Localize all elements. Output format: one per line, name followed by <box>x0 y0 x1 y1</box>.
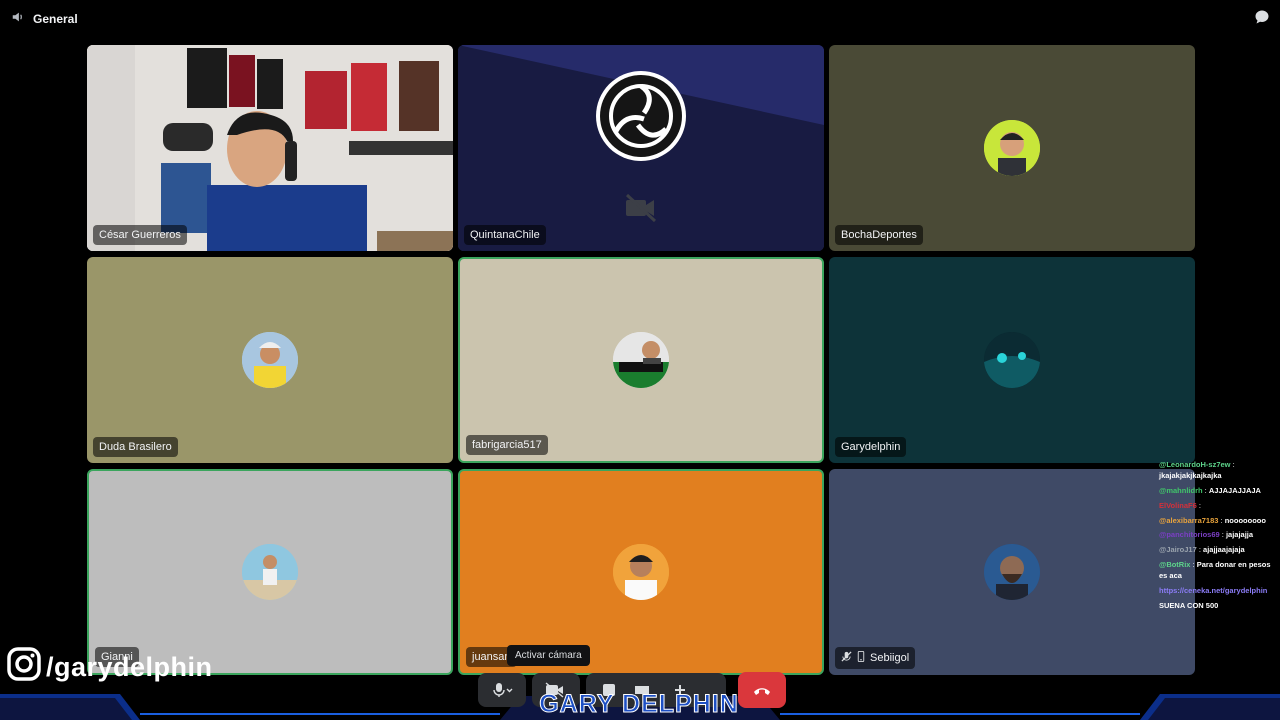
chat-message: @mahnlidrh : AJJAJAJJAJA <box>1159 486 1275 497</box>
participant-name: QuintanaChile <box>470 229 540 241</box>
chat-username: ElVolinaF6 <box>1159 500 1197 510</box>
instagram-icon <box>6 646 42 689</box>
participant-name-tag: Duda Brasilero <box>93 437 178 457</box>
participant-tile[interactable]: BochaDeportes <box>829 45 1195 251</box>
chat-text: jajajajja <box>1225 530 1254 540</box>
channel-title: General <box>11 10 78 27</box>
participant-tile[interactable]: César Guerreros <box>87 45 453 251</box>
participant-name: BochaDeportes <box>841 229 917 241</box>
chat-username: @alexibarra7183 <box>1159 515 1219 525</box>
participant-name-tag: BochaDeportes <box>835 225 923 245</box>
participant-name-tag: César Guerreros <box>93 225 187 245</box>
chat-message: @panchitorios69 : jajajajja <box>1159 530 1275 541</box>
chat-message: https://ceneka.net/garydelphin <box>1159 586 1275 597</box>
participant-avatar <box>613 332 669 388</box>
chat-username: @mahnlidrh <box>1159 485 1203 495</box>
participant-tile[interactable]: Garydelphin <box>829 257 1195 463</box>
chat-message: @JairoJ17 : ajajjaajajaja <box>1159 545 1275 556</box>
participant-avatar <box>984 332 1040 388</box>
participant-name: Duda Brasilero <box>99 441 172 453</box>
call-header: General <box>0 0 1280 34</box>
chat-text: noooooooo <box>1224 515 1266 525</box>
chat-message: ElVolinaF6 : <box>1159 501 1275 512</box>
phone-icon <box>857 651 865 665</box>
participant-name: César Guerreros <box>99 229 181 241</box>
participant-name-tag: fabrigarcia517 <box>466 435 548 455</box>
chat-text: SUENA CON 500 <box>1159 600 1219 610</box>
chat-separator: : <box>1230 460 1235 469</box>
participant-tile[interactable]: Duda Brasilero <box>87 257 453 463</box>
participant-name-tag: Sebiigol <box>835 647 916 669</box>
chat-text: jkajakjakjkajkajka <box>1159 470 1222 480</box>
chat-username: @JairoJ17 <box>1159 545 1197 555</box>
participant-tile[interactable]: fabrigarcia517 <box>458 257 824 463</box>
participant-name: Garydelphin <box>841 441 901 453</box>
participant-name: Sebiigol <box>870 652 910 664</box>
participant-tile[interactable]: QuintanaChile <box>458 45 824 251</box>
participant-tile[interactable]: Gianni <box>87 469 453 675</box>
participant-name: fabrigarcia517 <box>472 439 542 451</box>
channel-name: General <box>33 11 78 26</box>
participant-avatar <box>613 544 669 600</box>
camera-tooltip: Activar cámara <box>507 645 590 666</box>
muted-mic-icon <box>841 651 852 665</box>
chat-text: AJJAJAJJAJA <box>1208 485 1261 495</box>
participant-avatar <box>242 332 298 388</box>
participant-avatar <box>984 544 1040 600</box>
mic-button[interactable] <box>478 673 526 707</box>
camera-feed <box>87 45 453 251</box>
chat-username: @LeonardoH-sz7ew <box>1159 460 1231 469</box>
obs-logo-icon <box>596 71 686 161</box>
participant-tile[interactable]: Sebiigol <box>829 469 1195 675</box>
stream-chat: @LeonardoH-sz7ew : jkajakjakjkajkajka @ma… <box>1159 460 1275 616</box>
participant-name-tag: Garydelphin <box>835 437 907 457</box>
speaker-icon <box>11 10 25 27</box>
chat-message: @alexibarra7183 : noooooooo <box>1159 516 1275 527</box>
chat-message: SUENA CON 500 <box>1159 601 1275 612</box>
participant-avatar <box>984 120 1040 176</box>
chat-message: @BotRix : Para donar en pesos es aca <box>1159 560 1275 582</box>
brand-logo: GARY DELPHIN <box>539 690 739 719</box>
chat-icon[interactable] <box>1254 9 1270 30</box>
chat-username: @panchitorios69 <box>1159 530 1220 540</box>
chat-username: https://ceneka.net/garydelphin <box>1159 585 1268 595</box>
camera-off-icon <box>624 193 658 228</box>
participant-name: juansan <box>472 651 511 663</box>
chat-message: @LeonardoH-sz7ew : jkajakjakjkajkajka <box>1159 460 1275 482</box>
chat-username: @BotRix <box>1159 560 1191 570</box>
participant-name-tag: QuintanaChile <box>464 225 546 245</box>
chat-separator: : <box>1196 500 1201 510</box>
instagram-handle-text: /garydelphin <box>46 652 213 682</box>
instagram-handle: /garydelphin <box>6 646 213 689</box>
participant-avatar <box>242 544 298 600</box>
chat-text: ajajjaajajaja <box>1203 545 1245 555</box>
